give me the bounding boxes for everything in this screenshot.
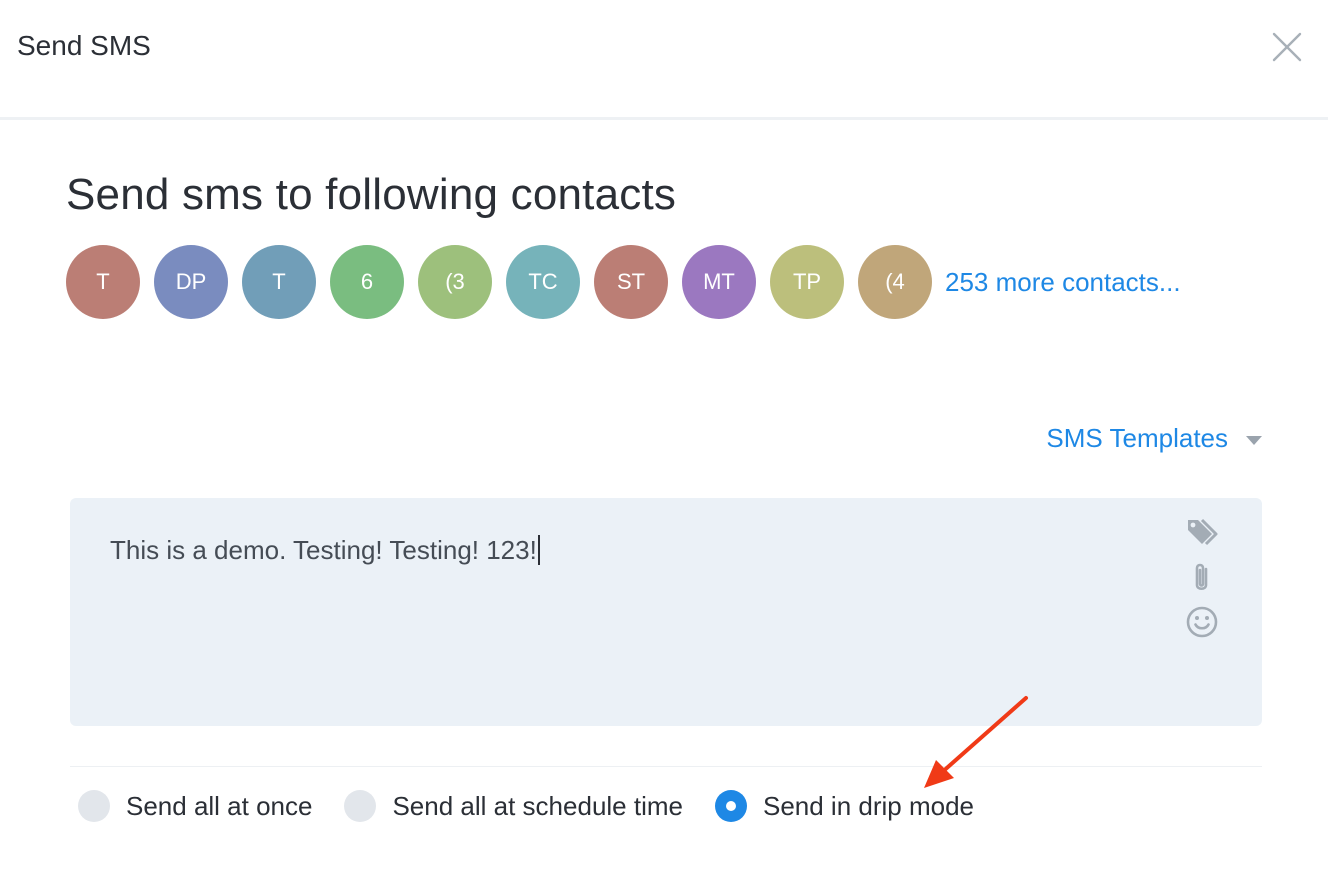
radio-send-all-at-once[interactable] [78,790,110,822]
caret-down-icon [1246,435,1262,445]
message-text: This is a demo. Testing! Testing! 123! [110,535,537,565]
option-label: Send all at schedule time [392,790,683,821]
divider [70,766,1262,767]
avatar[interactable]: DP [154,245,228,319]
option-label: Send all at once [126,790,313,821]
section-title: Send sms to following contacts [66,170,677,219]
avatar[interactable]: TC [506,245,580,319]
avatar[interactable]: T [242,245,316,319]
avatar[interactable]: MT [682,245,756,319]
modal-header: Send SMS [0,0,1328,120]
radio-send-drip-mode[interactable] [714,790,747,822]
paperclip-icon [1195,563,1208,591]
close-button[interactable] [1270,30,1304,64]
avatar[interactable]: 6 [330,245,404,319]
avatar[interactable]: (4 [858,245,932,319]
avatar[interactable]: T [66,245,140,319]
message-textarea[interactable]: This is a demo. Testing! Testing! 123! [70,498,1262,726]
contact-list: T DP T 6 (3 TC ST MT TP (4 253 more cont… [66,245,1181,319]
radio-send-at-schedule[interactable] [344,790,377,822]
attach-button[interactable] [1186,561,1220,595]
send-at-schedule-option[interactable]: Send all at schedule time [344,790,683,822]
smiley-icon [1186,606,1218,638]
sms-templates-dropdown[interactable]: SMS Templates [1046,423,1262,454]
close-icon [1272,32,1302,62]
send-all-at-once-option[interactable]: Send all at once [78,790,312,822]
tag-icon [1188,518,1218,546]
message-text-wrapper: This is a demo. Testing! Testing! 123! [110,535,540,566]
sms-templates-label: SMS Templates [1046,423,1228,453]
avatar[interactable]: TP [770,245,844,319]
avatar[interactable]: (3 [418,245,492,319]
tag-button[interactable] [1186,516,1220,550]
emoji-button[interactable] [1186,605,1220,639]
send-mode-options: Send all at once Send all at schedule ti… [78,790,1006,822]
text-cursor [537,535,540,565]
avatar[interactable]: ST [594,245,668,319]
more-contacts-link[interactable]: 253 more contacts... [945,267,1181,298]
modal-title: Send SMS [17,30,151,61]
annotation-arrow-icon [924,696,1028,788]
